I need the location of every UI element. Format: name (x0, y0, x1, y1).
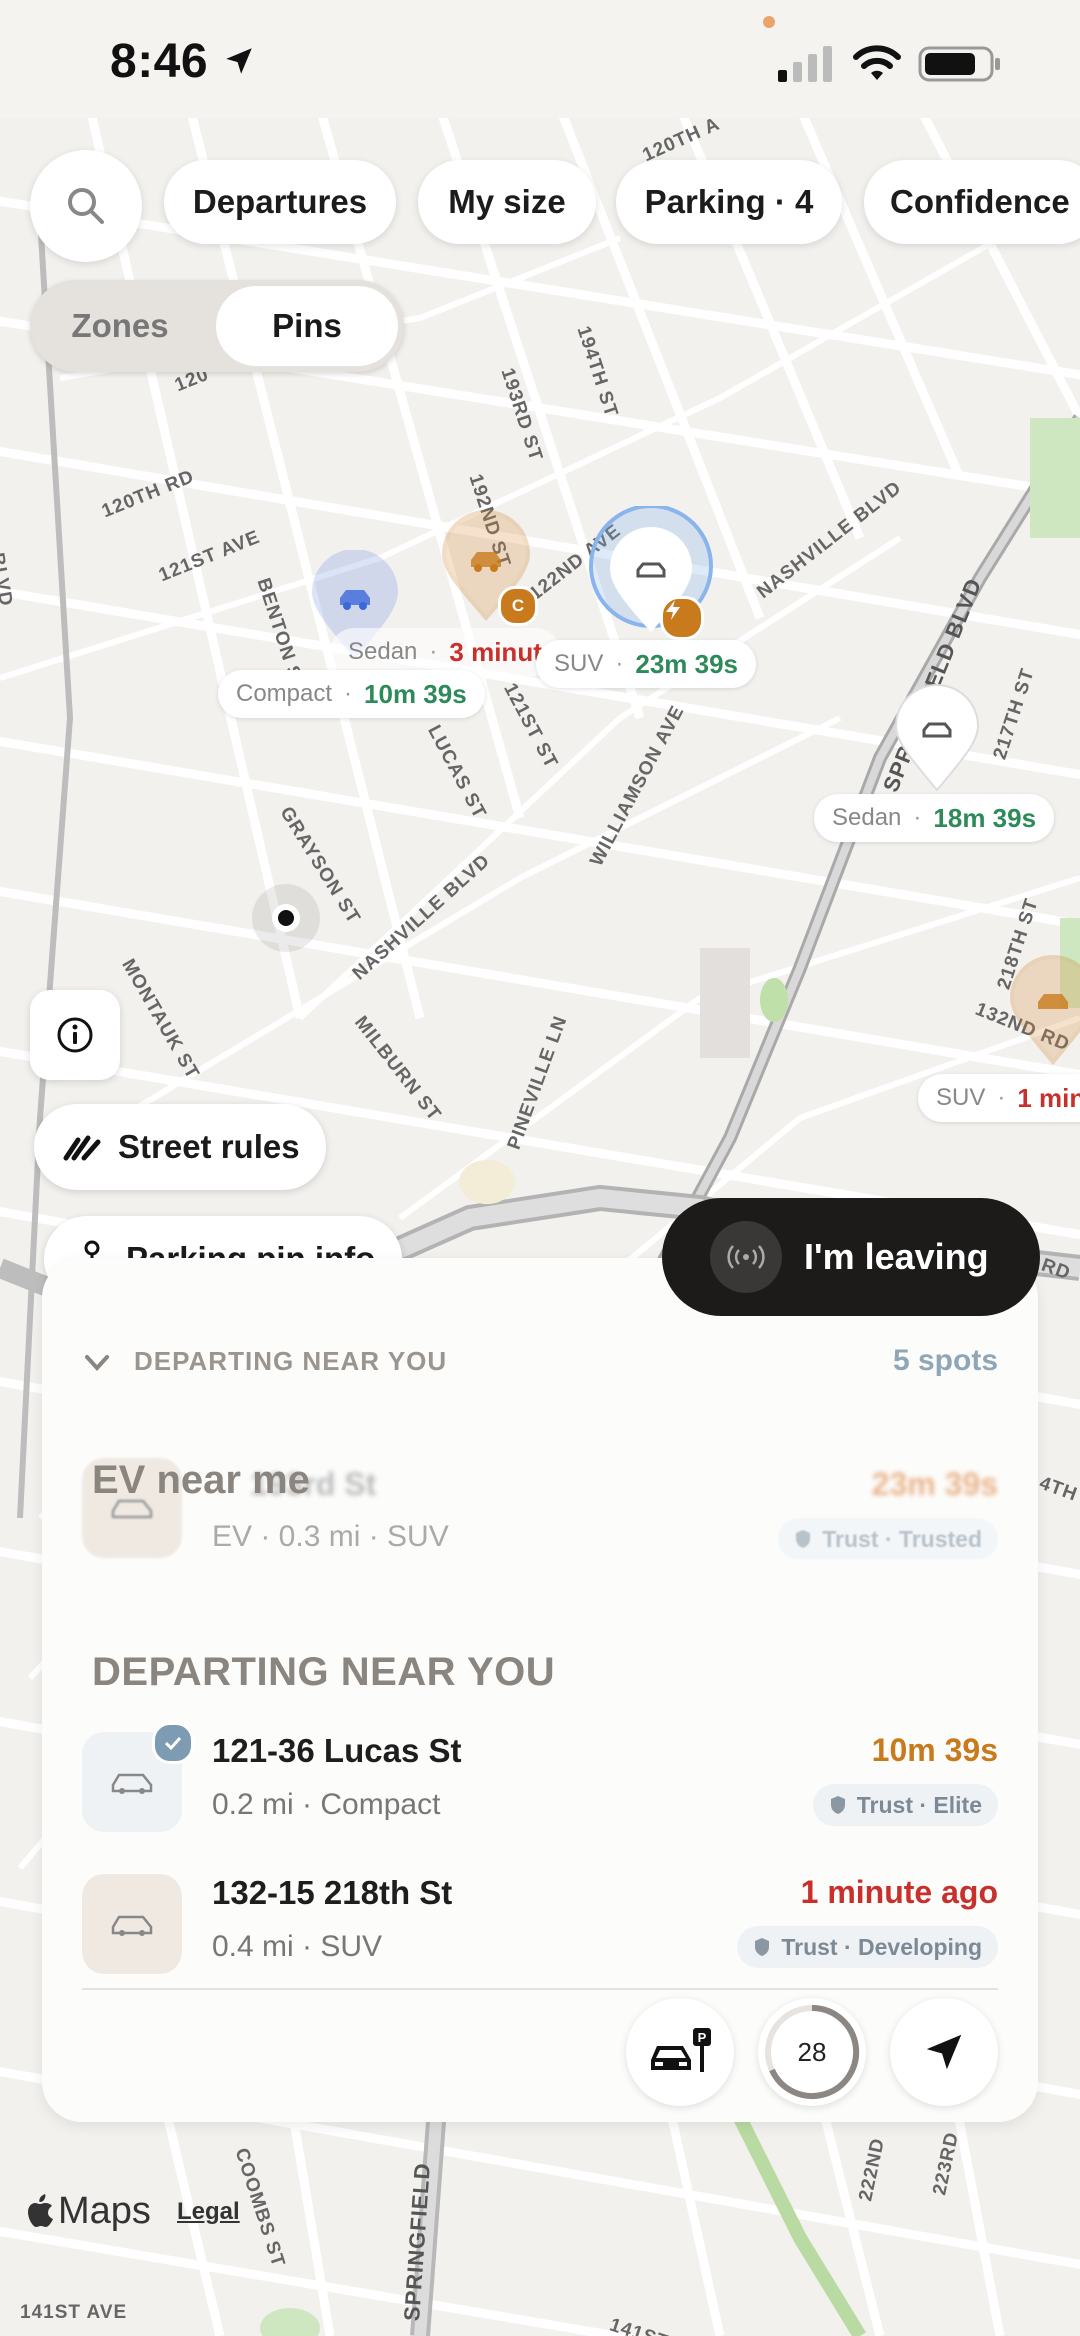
collapse-chevron-icon[interactable] (82, 1348, 112, 1383)
im-leaving-label: I'm leaving (804, 1236, 989, 1277)
pin-time: 23m 39s (635, 648, 739, 679)
street-rules-label: Street rules (118, 1128, 300, 1165)
timer-value: 28 (797, 2036, 827, 2067)
item-address: 121-36 Lucas St (212, 1732, 462, 1769)
item-time: 10m 39s (871, 1732, 998, 1768)
shield-icon (755, 1938, 770, 1956)
spots-count: 5 spots (892, 1344, 998, 1377)
shield-icon (796, 1530, 811, 1548)
pin-time: 10m 39s (364, 678, 467, 709)
item-time: 1 minute ago (800, 1874, 998, 1910)
trust-label: Trust · Developing (781, 1933, 982, 1960)
pin-vehicle: Sedan (832, 804, 902, 831)
ev-title: EV near me (92, 1458, 310, 1502)
item-address: 132-15 218th St (212, 1874, 453, 1911)
check-badge-icon (152, 1722, 194, 1764)
car-parking-button[interactable]: P (626, 1998, 734, 2106)
search-button[interactable] (30, 150, 142, 262)
departures-sheet: DEPARTING NEAR YOU 5 spots 193rd St EV n… (42, 1258, 1038, 2122)
item-meta: 0.2 mi · Compact (212, 1788, 441, 1821)
c-badge: C (498, 586, 538, 626)
recenter-button[interactable] (890, 1998, 998, 2106)
street-rules-icon (63, 1135, 101, 1161)
info-button[interactable] (30, 990, 120, 1080)
battery-icon (918, 44, 1002, 89)
im-leaving-button[interactable]: I'm leaving (662, 1198, 1040, 1316)
item-trust-badge: Trust · Developing (737, 1926, 998, 1968)
trust-label: Trust · Elite (856, 1791, 982, 1818)
item-meta: 0.4 mi · SUV (212, 1930, 383, 1963)
search-icon (68, 188, 104, 224)
car-icon (111, 1773, 153, 1794)
item-trust-badge: Trust · Elite (812, 1784, 998, 1826)
sheet-section-header: DEPARTING NEAR YOU (134, 1346, 448, 1376)
trust-label: Trust · Trusted (822, 1525, 982, 1552)
shield-icon (830, 1796, 845, 1814)
signal-icon (776, 44, 834, 89)
apple-logo-icon (28, 2193, 53, 2227)
car-parking-icon: P (651, 2028, 711, 2072)
pin-vehicle: Sedan (348, 638, 418, 665)
navigation-arrow-icon (926, 2034, 962, 2070)
pin-time: 1 min (1017, 1082, 1080, 1113)
broadcast-icon (710, 1221, 782, 1293)
filter-departures[interactable]: Departures (164, 160, 396, 244)
privacy-indicator-dot (763, 16, 775, 28)
toggle-pins[interactable]: Pins (216, 286, 398, 366)
car-icon (111, 1915, 153, 1936)
street-label: 141ST AVE (20, 2302, 128, 2323)
ev-meta: EV · 0.3 mi · SUV (212, 1520, 449, 1553)
ev-bolt-icon (660, 596, 704, 640)
maps-wordmark: Maps (58, 2190, 151, 2232)
svg-text:P: P (698, 2030, 707, 2045)
wifi-icon (852, 44, 902, 89)
pin-label-sedan-2: Sedan · 18m 39s (814, 794, 1055, 842)
view-toggle: Zones Pins (30, 280, 404, 372)
pin-vehicle: SUV (554, 650, 604, 677)
countdown-timer-button[interactable]: 28 (758, 1998, 866, 2106)
ev-trust-badge: Trust · Trusted (778, 1518, 998, 1560)
location-arrow-icon (222, 44, 256, 83)
item-thumb (82, 1874, 182, 1974)
list-header: DEPARTING NEAR YOU (92, 1650, 556, 1694)
apple-maps-logo: Maps (26, 2190, 151, 2233)
pin-label-suv: SUV · 23m 39s (536, 640, 757, 688)
pin-label-suv-2: SUV · 1 min (918, 1074, 1080, 1122)
filter-my-size[interactable]: My size (418, 160, 596, 244)
toggle-zones[interactable]: Zones (36, 286, 204, 366)
pin-time: 3 minut (449, 636, 542, 667)
ev-time: 23m 39s (871, 1466, 998, 1502)
legal-link[interactable]: Legal (177, 2198, 240, 2226)
info-icon (57, 1017, 93, 1053)
pin-vehicle: Compact (236, 680, 333, 707)
pin-time: 18m 39s (933, 802, 1037, 833)
street-rules-button[interactable]: Street rules (34, 1104, 326, 1190)
filter-parking[interactable]: Parking · 4 (616, 160, 842, 244)
divider (82, 1988, 998, 1990)
status-time: 8:46 (110, 35, 209, 88)
pin-vehicle: SUV (936, 1084, 986, 1111)
pin-label-compact: Compact · 10m 39s (218, 670, 485, 718)
filter-confidence[interactable]: Confidence (864, 160, 1080, 244)
pin-label-sedan: Sedan · 3 minut (330, 628, 560, 676)
